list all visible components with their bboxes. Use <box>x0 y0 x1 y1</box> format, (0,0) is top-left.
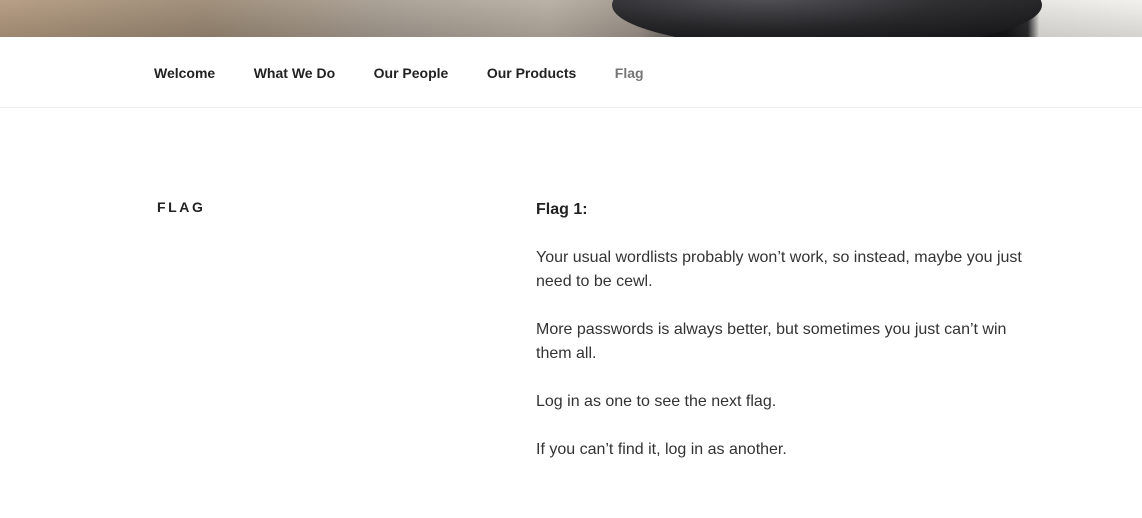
nav-item-welcome[interactable]: Welcome <box>154 65 215 81</box>
page-title: FLAG <box>157 199 206 215</box>
flag-heading: Flag 1: <box>536 201 588 218</box>
nav-menu: Welcome What We Do Our People Our Produc… <box>154 37 682 108</box>
nav-item-our-people[interactable]: Our People <box>374 65 449 81</box>
content-paragraph: More passwords is always better, but som… <box>536 321 1007 362</box>
nav-item-what-we-do[interactable]: What We Do <box>254 65 335 81</box>
nav-item-flag[interactable]: Flag <box>615 65 644 81</box>
header-image <box>0 0 1142 37</box>
nav-item-our-products[interactable]: Our Products <box>487 65 576 81</box>
main-navigation: Welcome What We Do Our People Our Produc… <box>0 37 1142 108</box>
entry-content: Flag 1: Your usual wordlists probably wo… <box>536 198 1046 486</box>
page: Welcome What We Do Our People Our Produc… <box>0 0 1142 518</box>
content-paragraph: If you can’t find it, log in as another. <box>536 441 787 458</box>
content-paragraph: Log in as one to see the next flag. <box>536 393 777 410</box>
content-paragraph: Your usual wordlists probably won’t work… <box>536 249 1022 290</box>
